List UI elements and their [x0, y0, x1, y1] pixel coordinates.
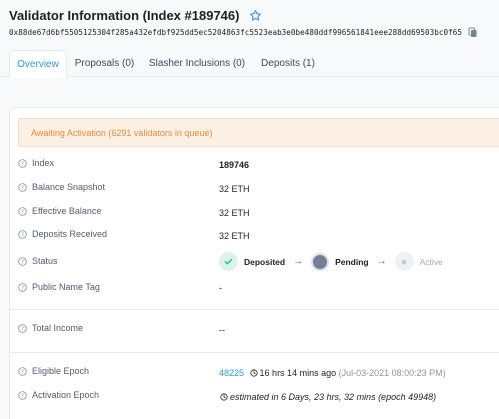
- index-value: 189746: [219, 160, 250, 170]
- svg-text:?: ?: [21, 285, 24, 291]
- help-icon[interactable]: ?: [18, 256, 27, 266]
- index-label-row: ? Index: [18, 158, 54, 168]
- page-title: Validator Information (Index #189746): [9, 8, 240, 23]
- help-icon[interactable]: ?: [18, 390, 27, 400]
- active-badge: [394, 252, 414, 271]
- active-label: Active: [419, 256, 443, 267]
- check-icon: [224, 258, 233, 265]
- deposits-received-value: 32 ETH: [219, 231, 250, 241]
- deposited-label: Deposited: [244, 256, 286, 267]
- tab-bar: Overview Proposals (0) Slasher Inclusion…: [0, 50, 499, 78]
- dot-icon: [401, 259, 407, 264]
- eligible-epoch-relative: 16 hrs 14 mins ago: [259, 368, 337, 378]
- help-icon[interactable]: ?: [18, 229, 27, 239]
- status-flow: Deposited → Pending → Active: [219, 252, 443, 271]
- arrow-right-icon: →: [376, 256, 387, 267]
- address-row: 0x88de67d6bf5505125304f285a432efdbf925dd…: [9, 27, 478, 38]
- eligible-epoch-value: 48225 16 hrs 14 mins ago (Jul-03-2021 08…: [219, 368, 446, 378]
- help-icon[interactable]: ?: [18, 323, 27, 333]
- pending-label: Pending: [335, 256, 369, 267]
- public-name-tag-value: -: [219, 283, 222, 293]
- svg-text:?: ?: [21, 232, 24, 238]
- eligible-epoch-date: (Jul-03-2021 08:00:23 PM): [338, 368, 446, 378]
- deposits-received-label-row: ? Deposits Received: [18, 229, 107, 239]
- clock-icon: [220, 393, 228, 401]
- svg-text:?: ?: [21, 393, 24, 399]
- validator-address: 0x88de67d6bf5505125304f285a432efdbf925dd…: [9, 28, 462, 37]
- activation-epoch-estimate: estimated in 6 Days, 23 hrs, 32 mins (ep…: [230, 392, 437, 402]
- help-icon[interactable]: ?: [18, 158, 27, 168]
- total-income-label-row: ? Total Income: [18, 323, 83, 333]
- copy-icon[interactable]: [468, 27, 478, 38]
- tab-slasher-inclusions[interactable]: Slasher Inclusions (0): [142, 50, 252, 77]
- divider: [9, 309, 499, 310]
- activation-alert: Awaiting Activation (6291 validators in …: [18, 118, 499, 147]
- svg-text:?: ?: [21, 326, 24, 332]
- eligible-epoch-label-row: ? Eligible Epoch: [18, 366, 89, 376]
- svg-text:?: ?: [21, 209, 24, 215]
- activation-epoch-label-row: ? Activation Epoch: [18, 390, 99, 400]
- public-name-tag-label-row: ? Public Name Tag: [18, 282, 100, 292]
- help-icon[interactable]: ?: [18, 206, 27, 216]
- help-icon[interactable]: ?: [18, 282, 27, 292]
- effective-balance-label-row: ? Effective Balance: [18, 206, 101, 216]
- deposited-badge: [219, 252, 238, 271]
- svg-text:?: ?: [21, 161, 24, 167]
- divider: [9, 352, 499, 353]
- eligible-epoch-link[interactable]: 48225: [219, 368, 244, 378]
- arrow-right-icon: →: [293, 256, 304, 267]
- page-header: Validator Information (Index #189746): [9, 8, 262, 23]
- help-icon[interactable]: ?: [18, 182, 27, 192]
- clock-icon: [249, 369, 258, 377]
- svg-text:?: ?: [21, 185, 24, 191]
- svg-text:?: ?: [21, 369, 24, 375]
- pending-badge: [311, 252, 330, 271]
- tab-deposits[interactable]: Deposits (1): [252, 50, 324, 77]
- effective-balance-value: 32 ETH: [219, 208, 250, 218]
- balance-snapshot-value: 32 ETH: [219, 184, 250, 194]
- tab-proposals[interactable]: Proposals (0): [67, 50, 142, 77]
- activation-epoch-value: estimated in 6 Days, 23 hrs, 32 mins (ep…: [217, 392, 436, 402]
- status-label-row: ? Status: [18, 256, 58, 266]
- star-icon[interactable]: [249, 9, 262, 22]
- tab-overview[interactable]: Overview: [9, 50, 67, 78]
- balance-snapshot-label-row: ? Balance Snapshot: [18, 182, 105, 192]
- svg-text:?: ?: [21, 259, 24, 265]
- help-icon[interactable]: ?: [18, 366, 27, 376]
- total-income-value: --: [219, 325, 225, 335]
